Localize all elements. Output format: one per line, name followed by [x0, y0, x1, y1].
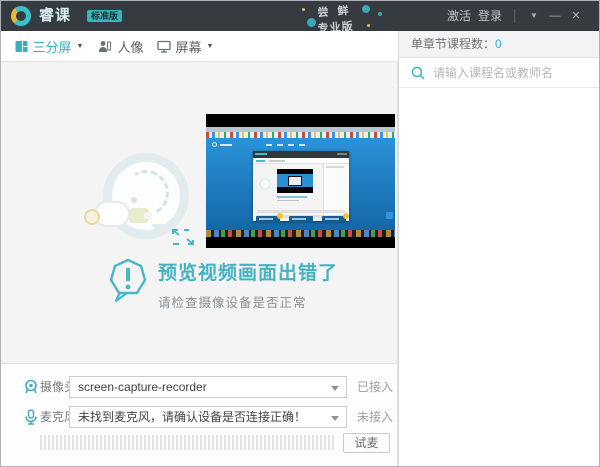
expand-arrows-icon — [171, 228, 195, 246]
thumb-row — [257, 210, 345, 213]
thumb-taskbar — [206, 230, 395, 237]
watermark-hand — [94, 201, 130, 227]
camera-status: 已接入 — [357, 376, 393, 398]
preview-error-message: 预览视频画面出错了 请检查摄像设备是否正常 — [108, 258, 338, 311]
camera-select-value: screen-capture-recorder — [78, 380, 207, 394]
decor-dot — [307, 18, 316, 27]
search-icon — [411, 66, 425, 80]
mic-level-meter — [40, 435, 336, 450]
thumb-mini-error-sub — [277, 200, 299, 201]
thumb-mini-error-text — [277, 196, 307, 198]
tab-label: 屏幕 — [176, 37, 202, 56]
video-preview-area: 预览视频画面出错了 请检查摄像设备是否正常 — [1, 62, 398, 363]
decor-dot — [367, 24, 370, 27]
error-title: 预览视频画面出错了 — [158, 258, 338, 285]
thumb-nav-links — [266, 144, 306, 146]
decor-dot — [378, 12, 382, 16]
chevron-down-icon: ▼ — [207, 43, 214, 50]
edition-badge: 标准版 — [87, 10, 122, 22]
video-preview-thumbnail[interactable] — [206, 114, 395, 248]
portrait-icon — [98, 40, 112, 53]
letterbox-bar — [206, 237, 395, 248]
test-mic-button[interactable]: 试麦 — [343, 433, 390, 453]
chevron-down-icon — [331, 386, 339, 391]
thumb-button — [322, 216, 346, 222]
thumb-corner-widget — [386, 212, 393, 219]
window-menu-button[interactable]: ▼ — [525, 1, 543, 31]
course-sidebar: 单章节课程数：0 — [398, 31, 600, 467]
error-subtitle: 请检查摄像设备是否正常 — [158, 292, 338, 311]
thumb-button — [289, 216, 313, 222]
course-count-label: 单章节课程数： — [411, 37, 495, 51]
thumb-action-buttons — [206, 216, 395, 222]
thumb-app-window — [253, 151, 349, 221]
mode-tab-bar: 三分屏 ▼ 人像 屏幕 ▼ — [1, 31, 398, 62]
titlebar-divider — [514, 9, 515, 23]
course-count-row: 单章节课程数：0 — [399, 31, 600, 58]
app-logo-icon — [11, 6, 31, 26]
thumb-site-title — [220, 144, 232, 146]
watermark-bubble-tail — [151, 224, 165, 236]
thumb-site-logo — [212, 142, 217, 147]
error-bubble-icon — [108, 258, 148, 304]
thumb-app-titlebar — [253, 151, 349, 158]
thumb-app-body — [253, 164, 349, 204]
course-count-value: 0 — [495, 37, 502, 51]
tab-screen[interactable]: 屏幕 ▼ — [153, 31, 217, 61]
thumb-desktop — [206, 138, 395, 230]
tab-label: 人像 — [117, 37, 143, 56]
device-panel: 摄像头 screen-capture-recorder 已接入 麦克风 未找到麦… — [1, 363, 398, 467]
mic-select-value: 未找到麦克风，请确认设备是否连接正确！ — [78, 410, 306, 424]
webcam-icon — [23, 379, 39, 395]
chevron-down-icon: ▼ — [77, 43, 84, 50]
mic-select[interactable]: 未找到麦克风，请确认设备是否连接正确！ — [69, 406, 347, 428]
title-bar: 睿课 标准版 尝 鲜 专业版 激活 登录 ▼ — ✕ — [1, 1, 599, 31]
login-link[interactable]: 登录 — [478, 1, 502, 31]
app-window: 睿课 标准版 尝 鲜 专业版 激活 登录 ▼ — ✕ 三分屏 ▼ — [0, 0, 600, 467]
minimize-button[interactable]: — — [546, 1, 564, 31]
watermark-wrench — [129, 208, 149, 223]
letterbox-bar — [206, 114, 395, 127]
decor-dot — [302, 8, 305, 11]
thumb-coin-badge — [343, 213, 349, 219]
decor-dot — [362, 5, 370, 13]
tab-portrait[interactable]: 人像 — [93, 31, 149, 61]
thumb-nested-preview — [277, 169, 313, 193]
course-search-input[interactable] — [433, 66, 600, 80]
mic-status: 未接入 — [357, 406, 393, 428]
thumb-button — [256, 216, 280, 222]
tab-label: 三分屏 — [33, 37, 72, 56]
chevron-down-icon — [331, 416, 339, 421]
app-title: 睿课 — [39, 1, 71, 31]
camera-select[interactable]: screen-capture-recorder — [69, 376, 347, 398]
tab-three-split[interactable]: 三分屏 ▼ — [9, 31, 89, 61]
close-button[interactable]: ✕ — [567, 1, 585, 31]
watermark-dot — [131, 197, 137, 203]
microphone-icon — [23, 409, 39, 425]
screen-icon — [157, 40, 171, 53]
course-search-row — [399, 58, 600, 88]
thumb-coin-badge — [277, 213, 283, 219]
activate-link[interactable]: 激活 — [447, 1, 471, 31]
thumb-mini-watermark — [259, 178, 271, 190]
split-screen-icon — [15, 40, 28, 53]
